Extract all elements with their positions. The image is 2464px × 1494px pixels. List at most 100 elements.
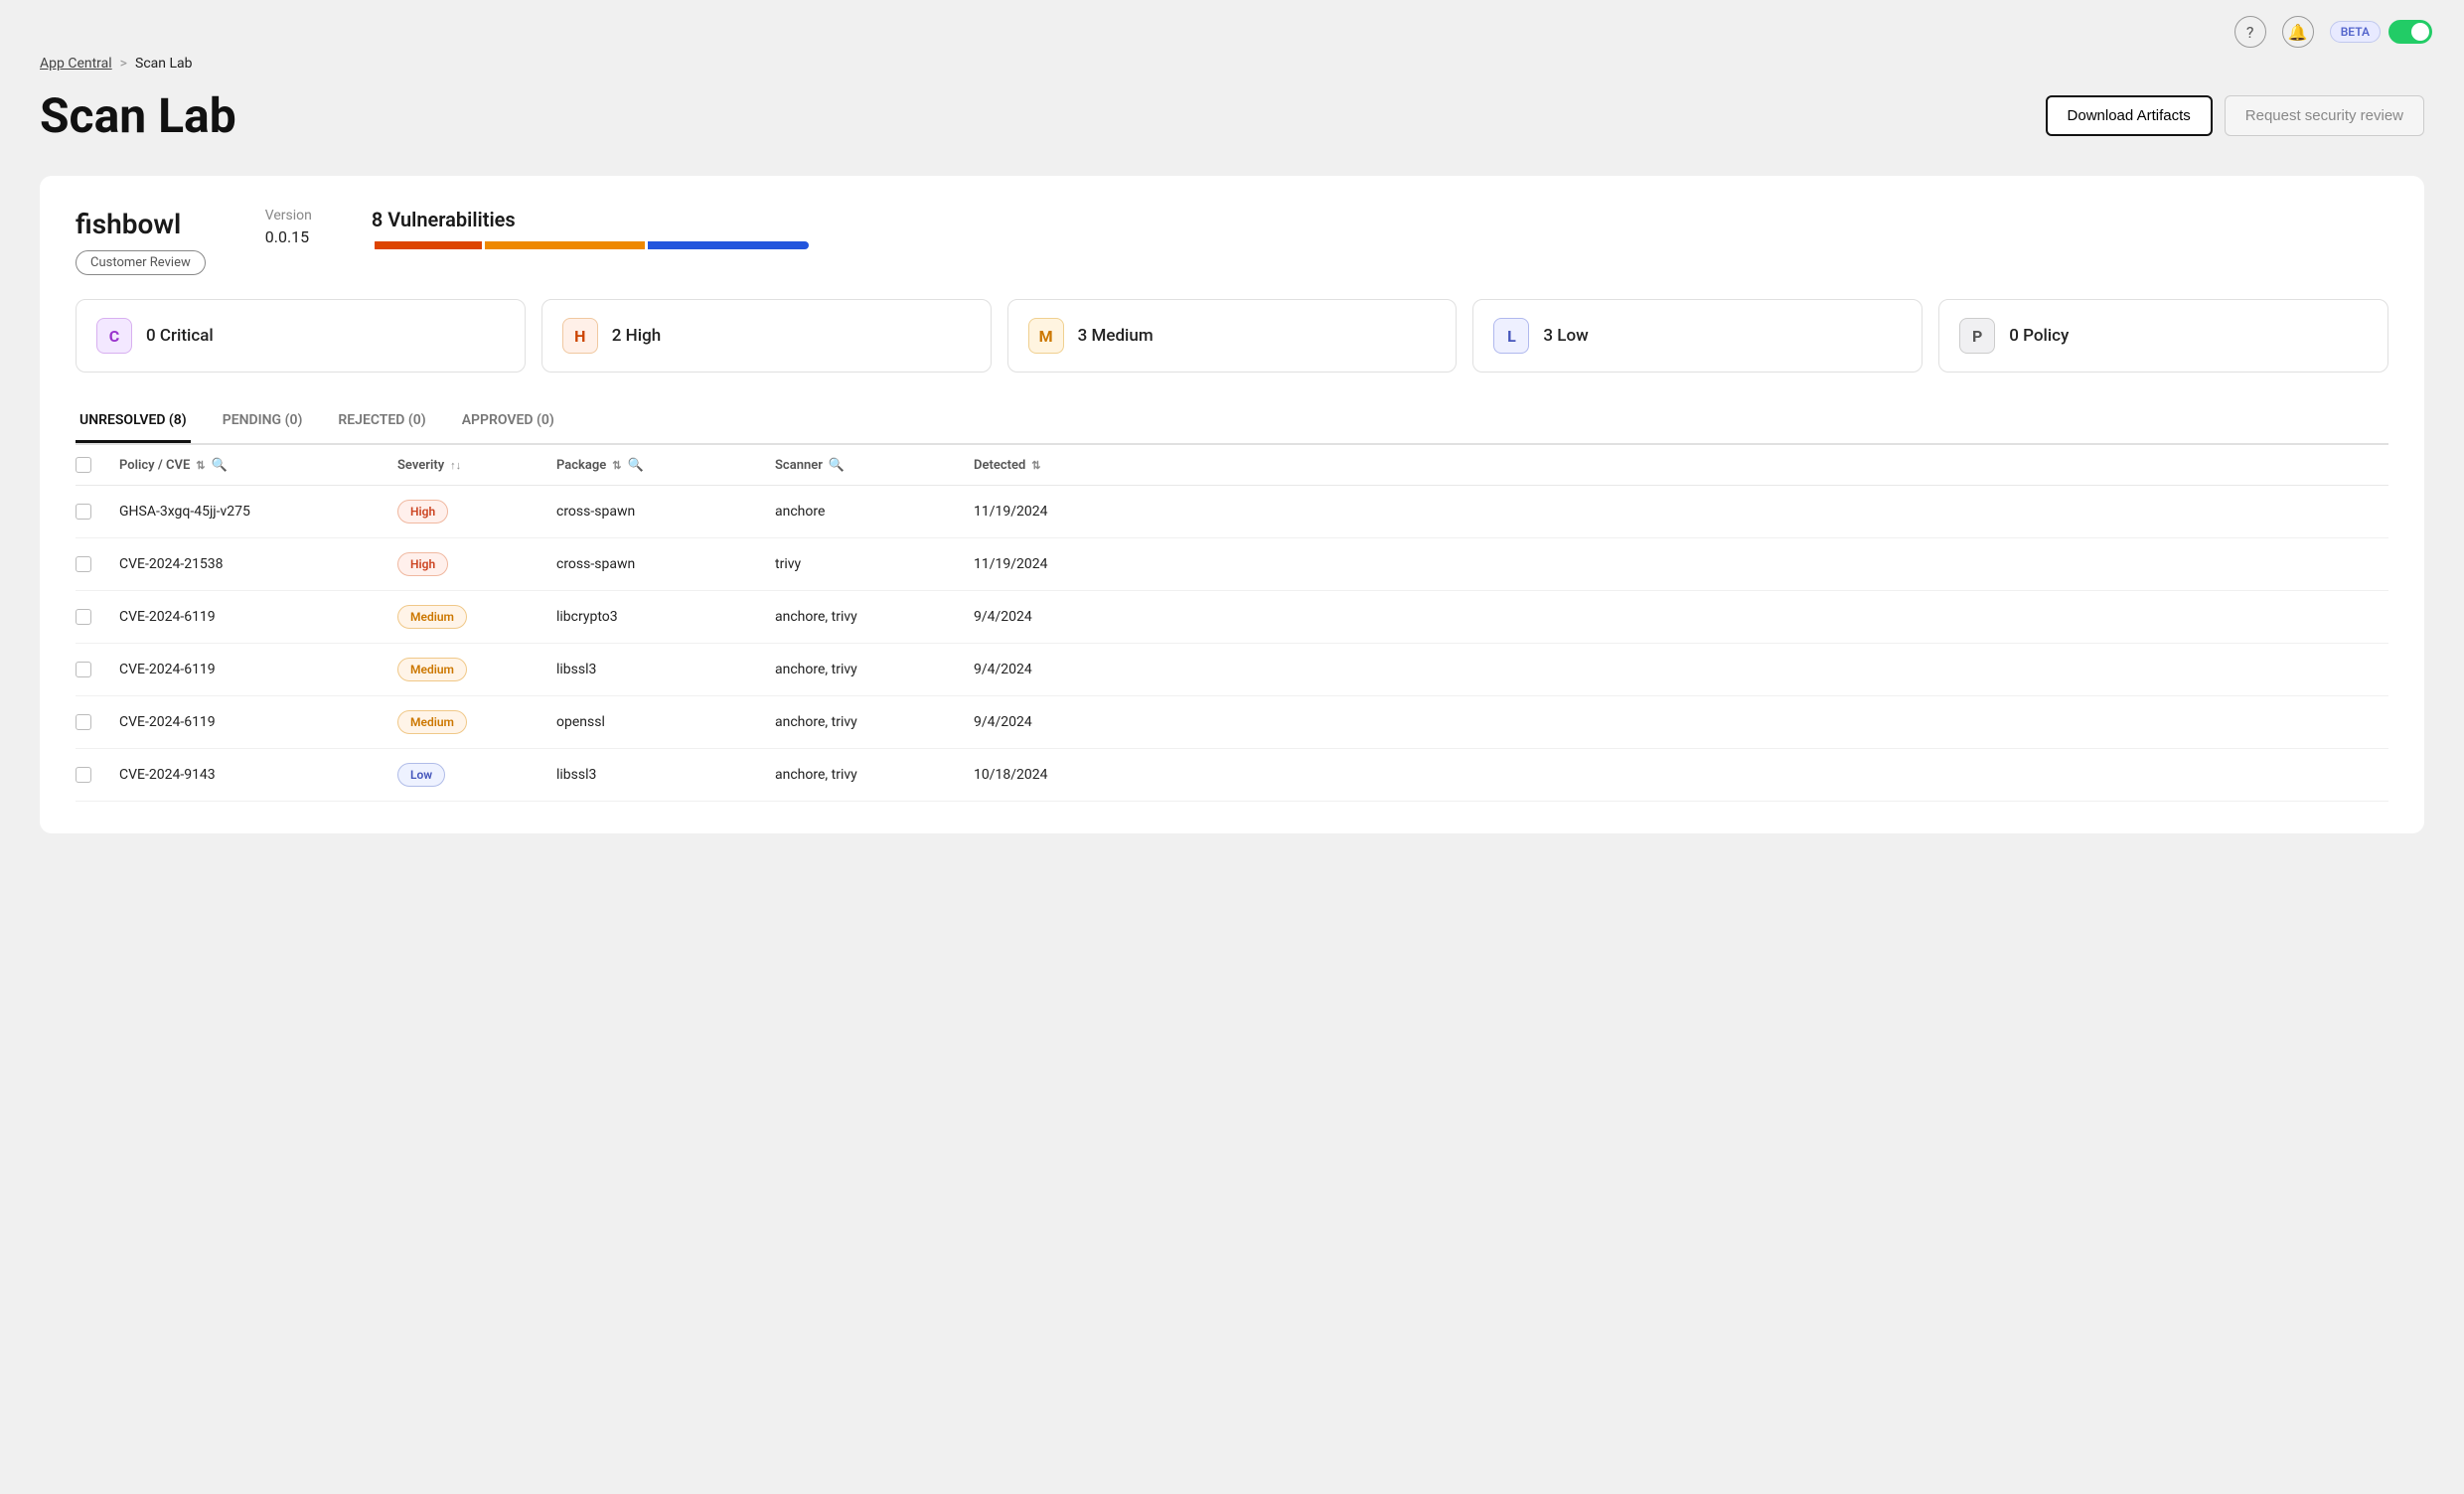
row-package-4: openssl <box>556 714 775 730</box>
severity-card-critical: C 0 Critical <box>76 299 526 373</box>
row-checkbox-cell <box>76 556 119 572</box>
customer-review-badge: Customer Review <box>76 250 206 275</box>
policy-icon: P <box>1959 318 1995 354</box>
request-security-review-button[interactable]: Request security review <box>2225 95 2424 136</box>
row-cve-3: CVE-2024-6119 <box>119 662 397 677</box>
table-row: CVE-2024-6119 Medium libcrypto3 anchore,… <box>76 591 2388 644</box>
vuln-bar-high <box>375 241 482 249</box>
severity-badge-5: Low <box>397 763 445 787</box>
row-checkbox-1[interactable] <box>76 556 91 572</box>
table-header-row: Policy / CVE ⇅ 🔍 Severity ↑↓ Package ⇅ 🔍… <box>76 445 2388 486</box>
row-checkbox-3[interactable] <box>76 662 91 677</box>
vuln-bar <box>372 241 809 249</box>
tabs: UNRESOLVED (8) PENDING (0) REJECTED (0) … <box>76 400 2388 445</box>
row-checkbox-cell <box>76 714 119 730</box>
bell-icon: 🔔 <box>2288 23 2308 42</box>
page-title: Scan Lab <box>40 87 236 144</box>
row-checkbox-2[interactable] <box>76 609 91 625</box>
medium-icon: M <box>1028 318 1064 354</box>
vuln-section: 8 Vulnerabilities <box>372 208 2388 249</box>
beta-toggle[interactable] <box>2388 20 2432 44</box>
header-buttons: Download Artifacts Request security revi… <box>2046 95 2424 136</box>
high-label: 2 High <box>612 326 661 346</box>
page-header: Scan Lab Download Artifacts Request secu… <box>40 87 2424 144</box>
scanner-search-icon[interactable]: 🔍 <box>829 458 845 473</box>
beta-badge: BETA <box>2330 21 2381 43</box>
row-detected-4: 9/4/2024 <box>974 714 1133 730</box>
row-cve-4: CVE-2024-6119 <box>119 714 397 730</box>
app-card: fishbowl Customer Review Version 0.0.15 … <box>40 176 2424 833</box>
notification-button[interactable]: 🔔 <box>2282 16 2314 48</box>
policy-search-icon[interactable]: 🔍 <box>212 458 228 473</box>
header-checkbox-cell <box>76 457 119 473</box>
severity-cards: C 0 Critical H 2 High M 3 Medium L 3 Low… <box>76 299 2388 373</box>
row-severity-2: Medium <box>397 605 556 629</box>
header-package: Package ⇅ 🔍 <box>556 458 775 473</box>
package-sort-icon[interactable]: ⇅ <box>612 459 621 472</box>
row-checkbox-cell <box>76 662 119 677</box>
breadcrumb-current: Scan Lab <box>135 56 192 72</box>
row-cve-2: CVE-2024-6119 <box>119 609 397 625</box>
severity-badge-0: High <box>397 500 448 523</box>
severity-card-low: L 3 Low <box>1472 299 1923 373</box>
header-policy-cve: Policy / CVE ⇅ 🔍 <box>119 458 397 473</box>
table-row: CVE-2024-9143 Low libssl3 anchore, trivy… <box>76 749 2388 802</box>
top-bar: ? 🔔 BETA <box>0 0 2464 56</box>
table-row: CVE-2024-6119 Medium libssl3 anchore, tr… <box>76 644 2388 696</box>
severity-card-policy: P 0 Policy <box>1938 299 2388 373</box>
help-button[interactable]: ? <box>2234 16 2266 48</box>
row-detected-0: 11/19/2024 <box>974 504 1133 520</box>
row-detected-1: 11/19/2024 <box>974 556 1133 572</box>
table-body: GHSA-3xgq-45jj-v275 High cross-spawn anc… <box>76 486 2388 802</box>
low-label: 3 Low <box>1543 326 1588 346</box>
vuln-title: 8 Vulnerabilities <box>372 208 2388 231</box>
row-checkbox-0[interactable] <box>76 504 91 520</box>
row-checkbox-cell <box>76 609 119 625</box>
severity-badge-1: High <box>397 552 448 576</box>
tab-rejected[interactable]: REJECTED (0) <box>334 400 429 443</box>
detected-sort-icon[interactable]: ⇅ <box>1031 459 1040 472</box>
package-label: Package <box>556 458 606 473</box>
row-package-2: libcrypto3 <box>556 609 775 625</box>
vuln-bar-medium <box>485 241 646 249</box>
row-checkbox-5[interactable] <box>76 767 91 783</box>
policy-cve-label: Policy / CVE <box>119 458 190 473</box>
row-detected-2: 9/4/2024 <box>974 609 1133 625</box>
row-cve-1: CVE-2024-21538 <box>119 556 397 572</box>
app-name: fishbowl <box>76 208 206 240</box>
severity-label: Severity <box>397 458 444 473</box>
table-row: CVE-2024-21538 High cross-spawn trivy 11… <box>76 538 2388 591</box>
high-icon: H <box>562 318 598 354</box>
severity-badge-4: Medium <box>397 710 467 734</box>
severity-sort-icon[interactable]: ↑↓ <box>450 459 461 472</box>
breadcrumb-parent[interactable]: App Central <box>40 56 112 72</box>
medium-label: 3 Medium <box>1078 326 1154 346</box>
row-scanner-2: anchore, trivy <box>775 609 974 625</box>
row-checkbox-cell <box>76 504 119 520</box>
row-package-3: libssl3 <box>556 662 775 677</box>
row-cve-0: GHSA-3xgq-45jj-v275 <box>119 504 397 520</box>
tab-pending[interactable]: PENDING (0) <box>219 400 307 443</box>
table-row: CVE-2024-6119 Medium openssl anchore, tr… <box>76 696 2388 749</box>
package-search-icon[interactable]: 🔍 <box>628 458 644 473</box>
low-icon: L <box>1493 318 1529 354</box>
tab-unresolved[interactable]: UNRESOLVED (8) <box>76 400 191 443</box>
critical-icon: C <box>96 318 132 354</box>
severity-badge-3: Medium <box>397 658 467 681</box>
severity-badge-2: Medium <box>397 605 467 629</box>
version-label: Version <box>265 208 312 224</box>
breadcrumb: App Central > Scan Lab <box>40 56 2424 72</box>
row-detected-5: 10/18/2024 <box>974 767 1133 783</box>
row-checkbox-4[interactable] <box>76 714 91 730</box>
critical-label: 0 Critical <box>146 326 214 346</box>
header-scanner: Scanner 🔍 <box>775 458 974 473</box>
tab-approved[interactable]: APPROVED (0) <box>458 400 558 443</box>
policy-sort-icon[interactable]: ⇅ <box>196 459 205 472</box>
row-severity-0: High <box>397 500 556 523</box>
row-detected-3: 9/4/2024 <box>974 662 1133 677</box>
table-row: GHSA-3xgq-45jj-v275 High cross-spawn anc… <box>76 486 2388 538</box>
download-artifacts-button[interactable]: Download Artifacts <box>2046 95 2213 136</box>
select-all-checkbox[interactable] <box>76 457 91 473</box>
row-scanner-4: anchore, trivy <box>775 714 974 730</box>
row-cve-5: CVE-2024-9143 <box>119 767 397 783</box>
